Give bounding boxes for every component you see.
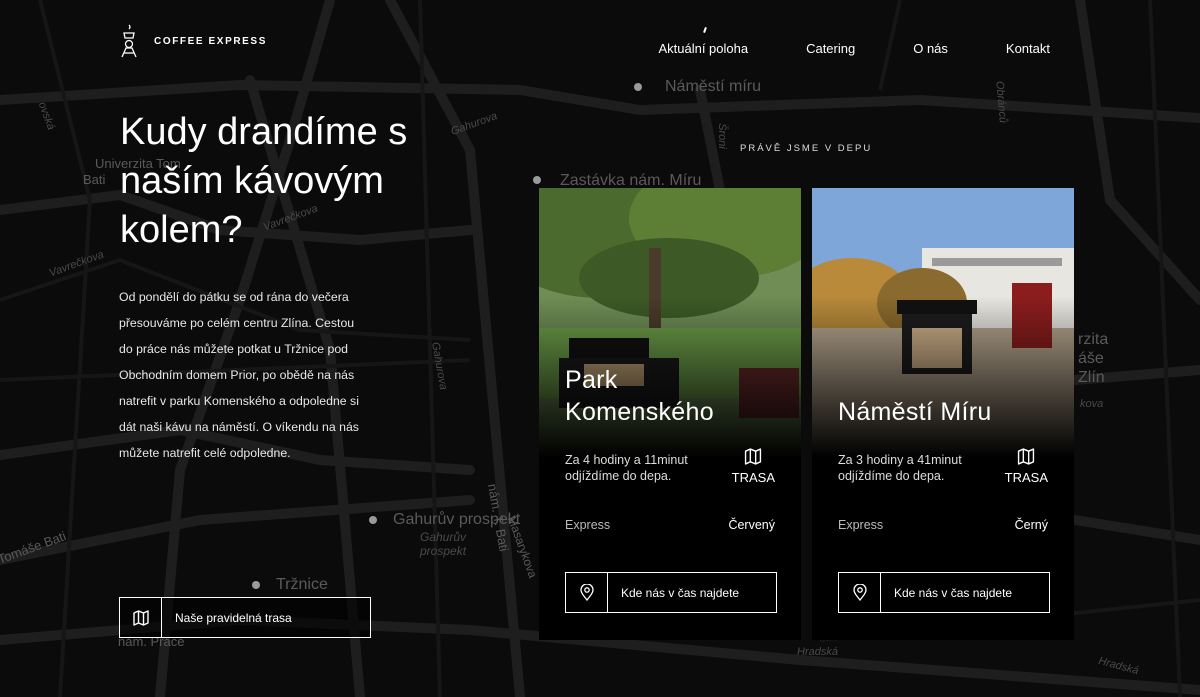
map-label: Náměstí míru [665,78,762,95]
find-us-label: Kde nás v čas najdete [894,585,1013,600]
map-label: kova [1080,398,1104,410]
find-us-button[interactable]: Kde nás v čas najdete [565,572,777,613]
find-us-button[interactable]: Kde nás v čas najdete [838,572,1050,613]
map-label: Tržnice [276,576,328,593]
nav-item-aktualni-poloha[interactable]: Aktuální poloha [658,41,748,56]
map-poi-dot [634,83,642,91]
map-icon [745,448,762,465]
brand-logo[interactable]: COFFEE EXPRESS [118,24,267,58]
brand-name: COFFEE EXPRESS [154,35,267,47]
card-trasa-label: TRASA [731,470,775,485]
card-place-name: Park Komenského [565,366,714,426]
regular-route-label: Naše pravidelná trasa [175,610,292,625]
nav-item-catering[interactable]: Catering [806,41,855,56]
nav-item-o-nas[interactable]: O nás [913,41,948,56]
card-eta: Za 4 hodiny a 11minut odjíždíme do depa. [565,453,688,483]
map-icon [1018,448,1035,465]
location-card-park: Park Komenského Za 4 hodiny a 11minut od… [539,188,801,640]
find-us-label: Kde nás v čas najdete [621,585,740,600]
map-icon [120,598,162,637]
card-meta-label: Express [838,518,884,532]
nav-item-kontakt[interactable]: Kontakt [1006,41,1050,56]
map-label: Šroni [715,123,728,149]
map-poi-dot [533,176,541,184]
card-trasa-link[interactable]: TRASA [1005,448,1048,485]
card-meta-value: Červený [728,518,775,532]
hero-title: Kudy drandíme s naším kávovým kolem? [120,111,408,251]
map-label: rzita áše Zlín [1078,331,1109,386]
card-meta-label: Express [565,518,611,532]
card-eta: Za 3 hodiny a 41minut odjíždíme do depa. [838,453,962,483]
main-nav: Aktuální poloha Catering O nás Kontakt [658,41,1050,56]
hero-description: Od pondělí do pátku se od rána do večera… [119,290,359,460]
card-trasa-link[interactable]: TRASA [732,448,775,485]
card-place-name: Náměstí Míru [838,398,992,426]
map-label: Bati [83,172,106,187]
map-poi-dot [252,581,260,589]
location-pin-icon [566,573,608,612]
map-poi-dot [369,516,377,524]
map-label: Gahurův prospekt [420,530,467,558]
map-label: Hradská [797,646,838,658]
regular-route-button[interactable]: Naše pravidelná trasa [119,597,371,638]
location-pin-icon [839,573,881,612]
coffee-express-logo-icon [121,24,137,58]
location-card-namesti: Náměstí Míru Za 3 hodiny a 41minut odjíž… [812,188,1074,640]
depot-status-label: PRÁVĚ JSME V DEPU [740,143,873,154]
card-meta-value: Černý [1014,518,1048,532]
card-trasa-label: TRASA [1004,470,1048,485]
